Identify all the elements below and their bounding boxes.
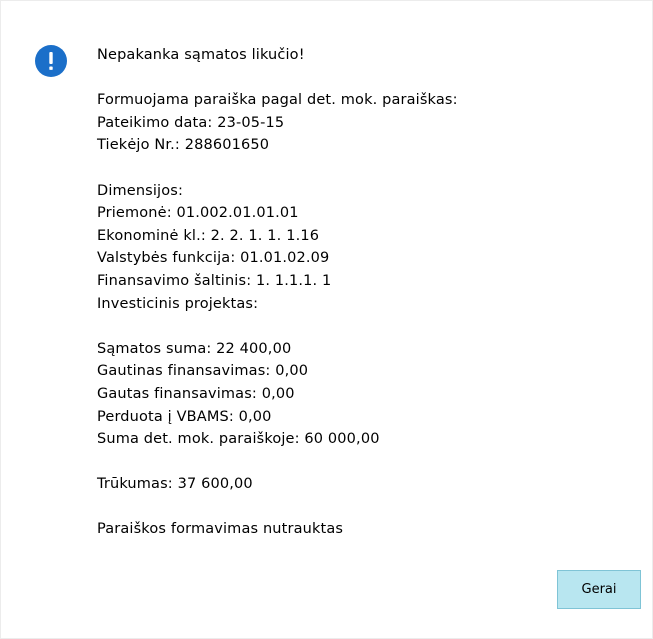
dialog-message: Nepakanka sąmatos likučio! Formuojama pa… — [97, 44, 617, 541]
exclamation-glyph — [49, 52, 53, 70]
shortage-line: Trūkumas: 37 600,00 — [97, 476, 253, 493]
investment-project-line: Investicinis projektas: — [97, 295, 259, 312]
dialog-heading: Nepakanka sąmatos likučio! — [97, 47, 305, 63]
abort-message: Paraiškos formavimas nutrauktas — [97, 521, 344, 538]
request-sum-line: Suma det. mok. paraiškoje: 60 000,00 — [97, 431, 380, 448]
submission-date: Pateikimo data: 23-05-15 — [97, 114, 285, 131]
message-dialog: Nepakanka sąmatos likučio! Formuojama pa… — [0, 0, 653, 639]
supplier-number: Tiekėjo Nr.: 288601650 — [97, 137, 270, 154]
ok-button[interactable]: Gerai — [557, 570, 641, 609]
received-funding-line: Gautas finansavimas: 0,00 — [97, 385, 295, 402]
estimate-sum-line: Sąmatos suma: 22 400,00 — [97, 340, 292, 357]
state-function-line: Valstybės funkcija: 01.01.02.09 — [97, 250, 330, 267]
economic-class-line: Ekonominė kl.: 2. 2. 1. 1. 1.16 — [97, 227, 320, 244]
dimensions-label: Dimensijos: — [97, 182, 184, 199]
exclamation-icon — [35, 45, 67, 77]
request-line: Formuojama paraiška pagal det. mok. para… — [97, 92, 458, 109]
transferred-vbams-line: Perduota į VBAMS: 0,00 — [97, 408, 272, 425]
measure-line: Priemonė: 01.002.01.01.01 — [97, 205, 299, 222]
receivable-funding-line: Gautinas finansavimas: 0,00 — [97, 363, 309, 380]
funding-source-line: Finansavimo šaltinis: 1. 1.1.1. 1 — [97, 272, 332, 289]
